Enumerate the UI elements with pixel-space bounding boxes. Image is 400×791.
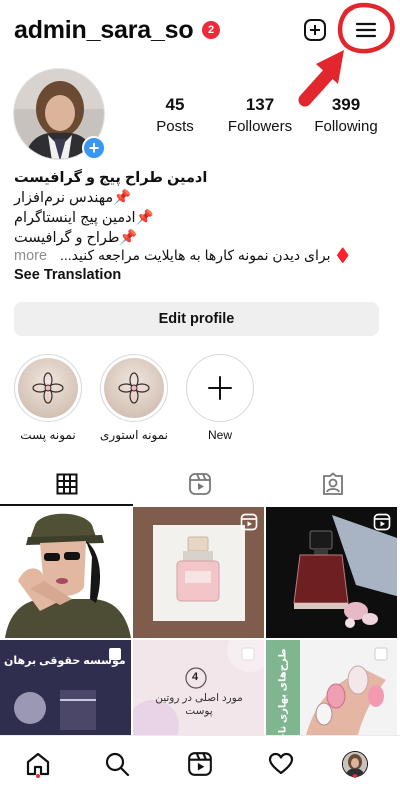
- reels-icon: [188, 473, 211, 495]
- tagged-icon: [322, 472, 343, 495]
- highlight-label: New: [207, 428, 232, 442]
- reels-icon[interactable]: [180, 744, 220, 784]
- multi-post-icon: [373, 646, 391, 664]
- post-thumbnail[interactable]: [0, 507, 131, 638]
- username-title[interactable]: admin_sara_so: [14, 16, 194, 45]
- posts-label: Posts: [156, 118, 194, 135]
- see-translation-link[interactable]: See Translation: [14, 267, 121, 283]
- tab-tagged[interactable]: [266, 462, 399, 506]
- highlight-label: نمونه پست: [20, 428, 76, 442]
- post-thumbnail[interactable]: 4 مورد اصلی در روتین پوست: [133, 640, 264, 735]
- followers-label: Followers: [227, 118, 293, 135]
- bio: ادمین طراح پیج و گرافیست 📌مهندس نرم‌افزا…: [14, 168, 354, 248]
- active-tab-indicator: [0, 504, 133, 506]
- plus-square-icon[interactable]: [303, 18, 327, 42]
- flower-icon: [32, 372, 64, 404]
- home-notification-dot: [36, 774, 40, 778]
- post-thumbnail[interactable]: طرح‌های بهاری ناخن: [266, 640, 397, 735]
- followers-count: 137: [245, 95, 275, 114]
- multi-post-icon: [240, 646, 258, 664]
- bio-line-2: 📌ادمین پیج اینستاگرام: [14, 210, 154, 226]
- followers-stat[interactable]: 137 Followers: [223, 95, 297, 135]
- post-caption: مورد اصلی در روتین پوست: [155, 692, 243, 717]
- avatar-icon[interactable]: [335, 744, 375, 784]
- post-number: 4: [192, 671, 199, 683]
- posts-grid: موسسه حقوقی برهان 4 مورد اصلی در روتین پ…: [0, 507, 400, 735]
- profile-header: admin_sara_so 2: [0, 0, 400, 62]
- bio-line-1: 📌مهندس نرم‌افزار: [14, 190, 132, 206]
- grid-icon: [56, 473, 77, 495]
- profile-notification-dot: [353, 774, 357, 778]
- flower-icon: [118, 372, 150, 404]
- notification-badge[interactable]: 2: [202, 21, 220, 39]
- post-thumbnail[interactable]: [133, 507, 264, 638]
- add-story-button[interactable]: +: [82, 136, 106, 160]
- reels-badge-icon: [373, 513, 391, 531]
- bio-more-link[interactable]: more: [14, 248, 47, 264]
- post-thumbnail[interactable]: [266, 507, 397, 638]
- tab-posts[interactable]: [0, 462, 133, 506]
- highlight-label: نمونه استوری: [100, 428, 168, 442]
- posts-stat[interactable]: 45 Posts: [152, 95, 198, 135]
- posts-count: 45: [165, 95, 185, 114]
- bio-line-3: 📌طراح و گرافیست: [14, 230, 138, 246]
- following-count: 399: [331, 95, 361, 114]
- bio-name: ادمین طراح پیج و گرافیست: [14, 170, 208, 186]
- highlight-post-samples[interactable]: نمونه پست: [13, 354, 83, 442]
- highlight-cover: [100, 354, 168, 422]
- profile-tabs: [0, 462, 400, 506]
- highlight-new[interactable]: New: [185, 354, 255, 442]
- multi-post-icon: [107, 646, 125, 664]
- heart-icon[interactable]: [261, 744, 301, 784]
- post-thumbnail[interactable]: موسسه حقوقی برهان: [0, 640, 131, 735]
- plus-icon: [186, 354, 254, 422]
- edit-profile-button[interactable]: Edit profile: [14, 302, 379, 336]
- home-icon[interactable]: [18, 744, 58, 784]
- tab-reels[interactable]: [133, 462, 266, 506]
- highlight-story-samples[interactable]: نمونه استوری: [99, 354, 169, 442]
- search-icon[interactable]: [97, 744, 137, 784]
- reels-badge-icon: [240, 513, 258, 531]
- following-label: Following: [314, 118, 378, 135]
- bio-last-line: ♦️ برای دیدن نمونه کارها به هایلایت مراج…: [60, 247, 352, 263]
- highlight-cover: [14, 354, 82, 422]
- following-stat[interactable]: 399 Following: [310, 95, 382, 135]
- hamburger-menu-icon[interactable]: [352, 16, 380, 44]
- post-caption: طرح‌های بهاری ناخن: [277, 648, 289, 736]
- bottom-navigation: [0, 735, 400, 791]
